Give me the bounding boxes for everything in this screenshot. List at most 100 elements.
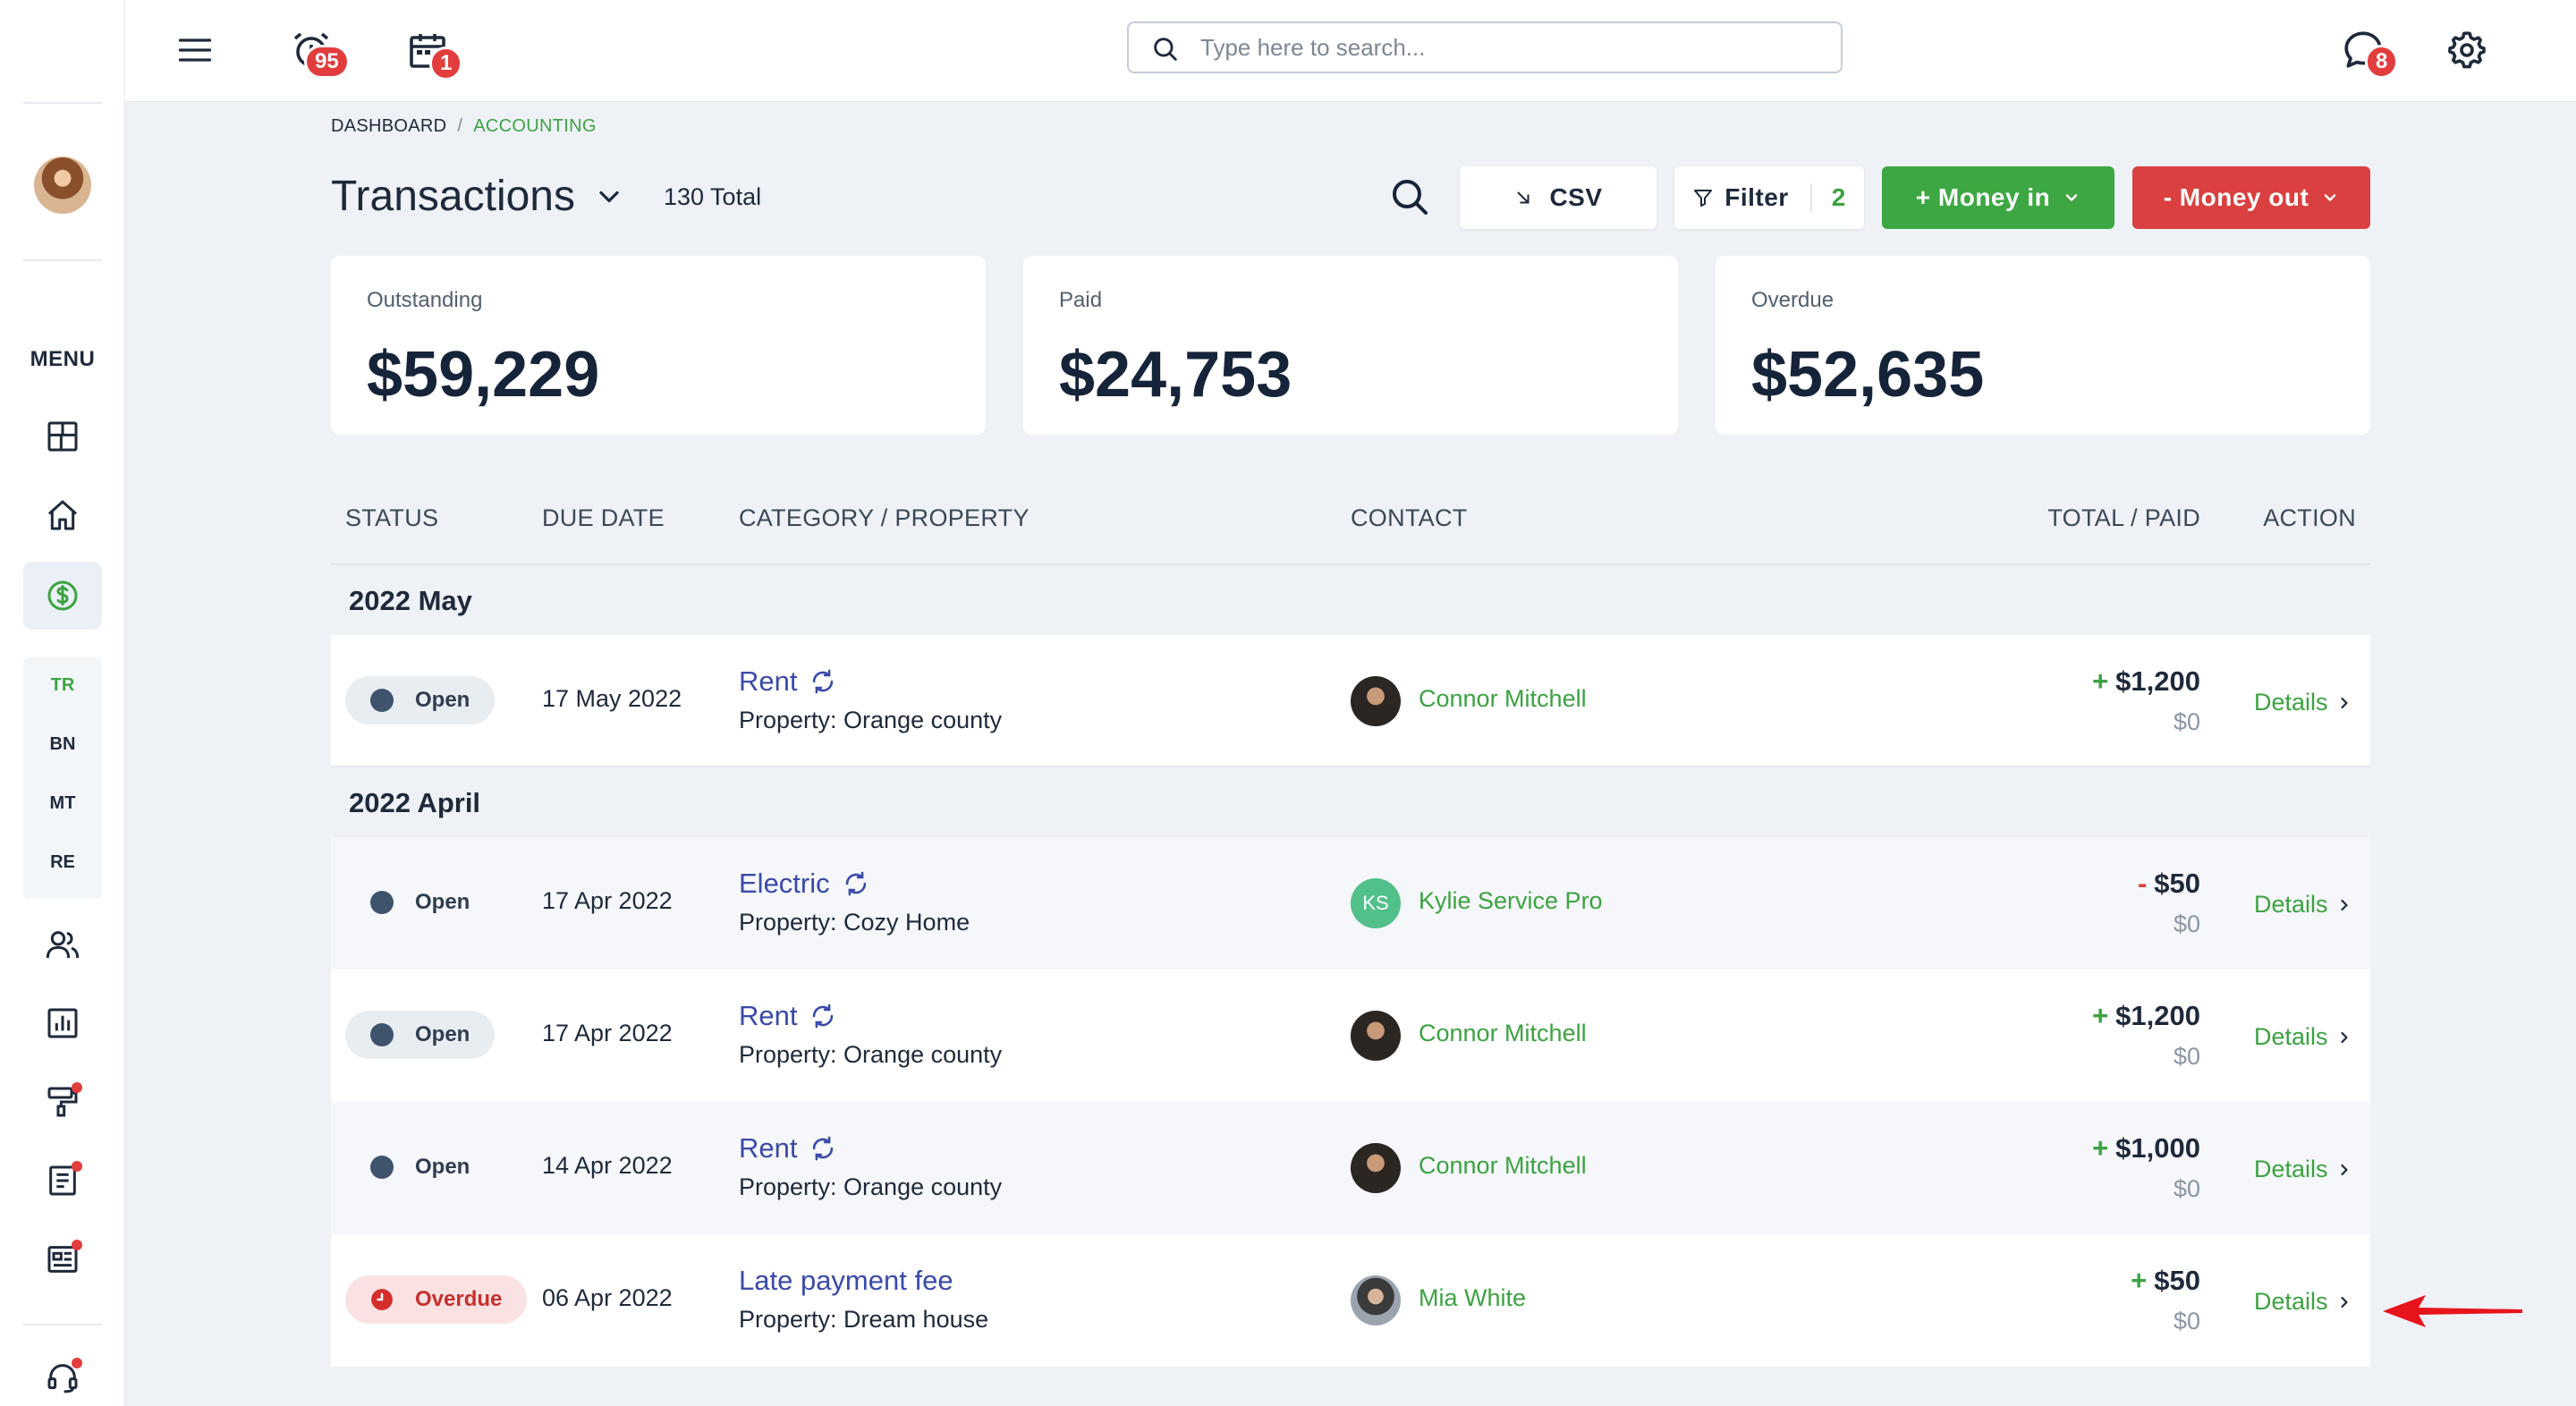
- hamburger-menu-button[interactable]: [170, 25, 220, 75]
- chevron-right-icon: [2340, 1296, 2348, 1308]
- table-row[interactable]: Open 14 Apr 2022 Rent Property: Orange c…: [331, 1102, 2370, 1234]
- status-badge: Open: [345, 1011, 496, 1059]
- sidebar-item-maintenance[interactable]: [39, 1079, 86, 1125]
- user-avatar[interactable]: [34, 157, 91, 214]
- contact-avatar: [1351, 1011, 1401, 1061]
- submenu-bn[interactable]: BN: [23, 734, 102, 755]
- category-link[interactable]: Rent: [739, 1000, 838, 1032]
- category-link[interactable]: Electric: [739, 868, 871, 900]
- column-due-date[interactable]: DUE DATE: [542, 504, 665, 532]
- csv-export-button[interactable]: CSV: [1460, 166, 1657, 229]
- money-out-button[interactable]: - Money out: [2132, 166, 2370, 229]
- notification-dot: [72, 1358, 82, 1368]
- sidebar-item-documents[interactable]: [39, 1157, 86, 1204]
- sidebar-item-contacts[interactable]: [39, 921, 86, 968]
- category-label: Rent: [739, 1000, 798, 1031]
- users-icon: [46, 931, 80, 959]
- search-icon: [1154, 38, 1177, 61]
- details-link[interactable]: Details: [2254, 1023, 2353, 1051]
- amount-sign: -: [2137, 868, 2148, 899]
- chevron-down-icon: [2065, 194, 2078, 201]
- status-dot: [370, 1156, 394, 1179]
- submenu-re[interactable]: RE: [23, 852, 102, 873]
- column-category[interactable]: CATEGORY / PROPERTY: [739, 504, 1030, 532]
- status-badge: Open: [345, 1143, 495, 1191]
- category-label: Late payment fee: [739, 1265, 953, 1296]
- contact-link[interactable]: Connor Mitchell: [1419, 685, 1587, 713]
- calendar-badge: 1: [429, 47, 463, 80]
- notification-dot: [72, 1161, 82, 1172]
- property-label: Property: Orange county: [739, 1041, 1003, 1068]
- sidebar-item-reports[interactable]: [39, 1000, 86, 1046]
- sidebar-item-properties[interactable]: [39, 492, 86, 538]
- filter-label: Filter: [1724, 183, 1789, 211]
- submenu-mt[interactable]: MT: [23, 793, 102, 814]
- breadcrumb: DASHBOARD / ACCOUNTING: [331, 116, 597, 137]
- stat-value: $24,753: [1059, 339, 1292, 411]
- stat-value: $59,229: [367, 339, 600, 411]
- status-label: Open: [415, 688, 470, 712]
- contact-link[interactable]: Connor Mitchell: [1419, 1020, 1587, 1047]
- total-amount: + $1,200: [2092, 665, 2200, 698]
- table-row[interactable]: Overdue 06 Apr 2022 Late payment fee Pro…: [331, 1234, 2370, 1367]
- table-row[interactable]: Open 17 Apr 2022 Electric Property: Cozy…: [331, 837, 2370, 970]
- table-row[interactable]: Open 17 Apr 2022 Rent Property: Orange c…: [331, 970, 2370, 1102]
- bar-chart-icon: [47, 1008, 78, 1038]
- details-label: Details: [2254, 1156, 2328, 1182]
- sidebar-item-news[interactable]: [39, 1236, 86, 1283]
- status-label: Overdue: [415, 1287, 503, 1311]
- chevron-right-icon: [2340, 899, 2348, 911]
- search-icon[interactable]: [1388, 175, 1431, 218]
- gear-icon: [2448, 31, 2486, 69]
- details-link[interactable]: Details: [2254, 689, 2353, 716]
- messages-button[interactable]: 8: [2334, 21, 2399, 79]
- status-label: Open: [415, 890, 470, 914]
- contact-link[interactable]: Kylie Service Pro: [1419, 887, 1603, 915]
- chevron-down-icon[interactable]: [593, 181, 625, 213]
- amount-value: $1,200: [2115, 665, 2200, 697]
- category-link[interactable]: Late payment fee: [739, 1265, 953, 1297]
- column-status[interactable]: STATUS: [345, 504, 438, 532]
- submenu-tr[interactable]: TR: [23, 675, 102, 696]
- property-label: Property: Dream house: [739, 1306, 989, 1333]
- column-contact[interactable]: CONTACT: [1351, 504, 1468, 532]
- category-label: Rent: [739, 665, 798, 697]
- column-total[interactable]: TOTAL / PAID: [2047, 504, 2200, 532]
- page-title[interactable]: Transactions: [331, 172, 575, 221]
- paid-amount: $0: [2173, 1308, 2200, 1334]
- breadcrumb-separator: /: [457, 116, 463, 136]
- money-in-button[interactable]: + Money in: [1882, 166, 2114, 229]
- arrow-down-right-icon: [1517, 191, 1530, 204]
- contact-link[interactable]: Connor Mitchell: [1419, 1152, 1587, 1180]
- chevron-right-icon: [2340, 697, 2348, 708]
- category-link[interactable]: Rent: [739, 665, 838, 698]
- chevron-down-icon: [2325, 194, 2336, 201]
- calendar-button[interactable]: 1: [401, 23, 463, 80]
- category-link[interactable]: Rent: [739, 1132, 838, 1165]
- sidebar-item-accounting[interactable]: [39, 572, 86, 619]
- search-box[interactable]: [1127, 21, 1843, 73]
- breadcrumb-accounting[interactable]: ACCOUNTING: [473, 116, 596, 136]
- notification-dot: [72, 1240, 82, 1250]
- layout-grid-icon: [47, 421, 78, 452]
- sidebar-item-dashboard[interactable]: [39, 413, 86, 460]
- contact-link[interactable]: Mia White: [1419, 1284, 1526, 1312]
- details-link[interactable]: Details: [2254, 891, 2353, 919]
- filter-button[interactable]: Filter 2: [1674, 166, 1864, 229]
- contact-initials: KS: [1362, 892, 1389, 914]
- details-link[interactable]: Details: [2254, 1156, 2353, 1183]
- group-header: 2022 May: [331, 565, 2370, 635]
- sidebar-item-support[interactable]: [39, 1354, 86, 1401]
- stat-card-overdue: Overdue $52,635: [1716, 256, 2370, 435]
- status-dot: [370, 1023, 394, 1046]
- status-label: Open: [415, 1022, 470, 1046]
- property-label: Property: Cozy Home: [739, 909, 970, 936]
- paid-amount: $0: [2173, 1175, 2200, 1202]
- table-row[interactable]: Open 17 May 2022 Rent Property: Orange c…: [331, 635, 2370, 767]
- reminders-button[interactable]: 95: [284, 23, 350, 79]
- details-label: Details: [2254, 1023, 2328, 1050]
- search-input[interactable]: [1200, 30, 1826, 64]
- settings-button[interactable]: [2440, 23, 2494, 77]
- breadcrumb-dashboard[interactable]: DASHBOARD: [331, 116, 446, 136]
- details-link[interactable]: Details: [2254, 1288, 2353, 1316]
